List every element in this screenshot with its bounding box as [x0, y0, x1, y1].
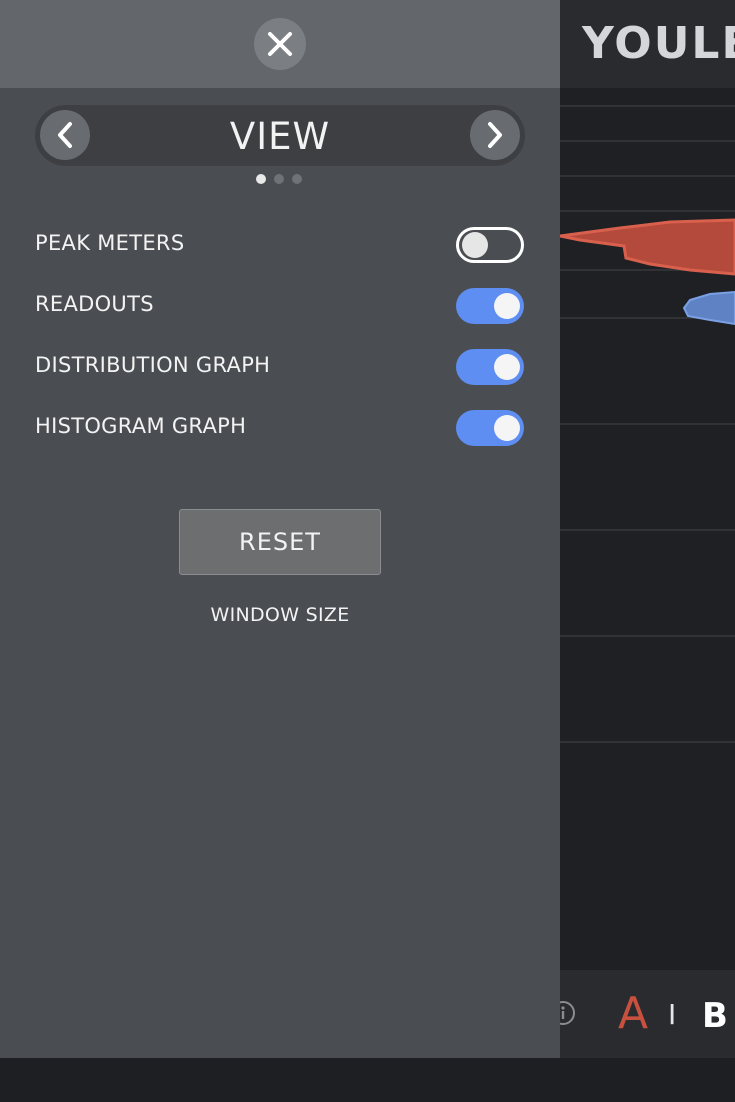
page-navigator: VIEW	[35, 105, 525, 166]
app-footer: A I B	[551, 970, 735, 1058]
setting-row-distribution-graph: DISTRIBUTION GRAPH	[35, 347, 525, 387]
page-title: VIEW	[229, 115, 331, 158]
readouts-toggle[interactable]	[456, 288, 524, 324]
chevron-right-icon	[488, 122, 502, 148]
setting-row-peak-meters: PEAK METERS	[35, 225, 525, 265]
page-indicator	[256, 174, 302, 184]
next-page-button[interactable]	[470, 110, 520, 160]
panel-header	[0, 0, 560, 88]
graph-red-shape	[560, 218, 735, 276]
page-dot[interactable]	[256, 174, 266, 184]
app-title: YOULE	[582, 18, 735, 69]
app-header: YOULE	[560, 0, 735, 88]
reset-button[interactable]: RESET	[179, 509, 381, 575]
settings-panel: VIEW PEAK METERS READOUTS DISTRIBUTION G…	[0, 0, 560, 1058]
window-size-label: WINDOW SIZE	[210, 604, 350, 626]
toggle-knob	[494, 354, 520, 380]
graph-gridlines	[560, 105, 735, 743]
bottom-strip	[0, 1058, 735, 1102]
peak-meters-toggle[interactable]	[456, 227, 524, 263]
graph-blue-shape	[682, 290, 735, 326]
page-dot[interactable]	[292, 174, 302, 184]
toggle-knob	[462, 232, 488, 258]
setting-row-readouts: READOUTS	[35, 286, 525, 326]
close-button[interactable]	[254, 18, 306, 70]
setting-label: HISTOGRAM GRAPH	[35, 414, 247, 438]
setting-label: PEAK METERS	[35, 231, 185, 255]
graph-canvas	[560, 105, 735, 743]
page-dot[interactable]	[274, 174, 284, 184]
setting-label: READOUTS	[35, 292, 154, 316]
ab-a-button[interactable]: A	[618, 988, 648, 1039]
setting-row-histogram-graph: HISTOGRAM GRAPH	[35, 408, 525, 448]
toggle-knob	[494, 415, 520, 441]
toggle-knob	[494, 293, 520, 319]
setting-label: DISTRIBUTION GRAPH	[35, 353, 271, 377]
close-icon	[268, 32, 292, 56]
histogram-graph-toggle[interactable]	[456, 410, 524, 446]
ab-separator: I	[668, 998, 677, 1031]
distribution-graph	[560, 88, 735, 970]
distribution-graph-toggle[interactable]	[456, 349, 524, 385]
ab-b-button[interactable]: B	[702, 996, 728, 1036]
